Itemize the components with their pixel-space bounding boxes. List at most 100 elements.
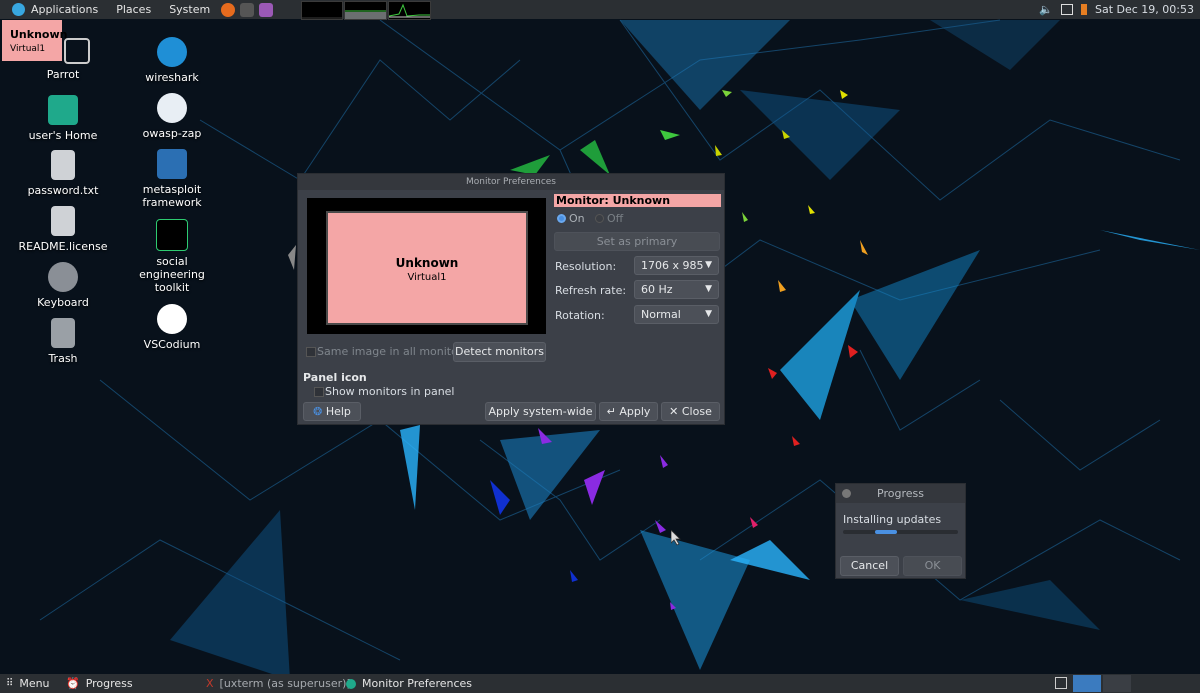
main-menu-button[interactable]: ⠿ Menu bbox=[6, 674, 50, 693]
close-button[interactable]: ✕ Close bbox=[661, 402, 720, 421]
close-label: Close bbox=[681, 405, 712, 418]
desktop-icon-keyboard[interactable]: Keyboard bbox=[8, 262, 118, 309]
progress-ok-button[interactable]: OK bbox=[903, 556, 962, 576]
desktop-icon-trash[interactable]: Trash bbox=[8, 318, 118, 365]
monitor-preview-screen[interactable]: Unknown Virtual1 bbox=[326, 211, 528, 325]
resolution-select[interactable]: 1706 x 985 ▼ bbox=[634, 256, 719, 275]
off-label: Off bbox=[607, 212, 624, 225]
progress-window: Progress Installing updates Cancel OK bbox=[835, 483, 966, 579]
clock[interactable]: Sat Dec 19, 00:53 bbox=[1095, 3, 1194, 16]
help-button[interactable]: ❂ Help bbox=[303, 402, 361, 421]
taskbar-label: [uxterm (as superuser)] bbox=[219, 677, 351, 690]
desktop-icon-readme[interactable]: README.license bbox=[8, 206, 118, 253]
desktop-icon-label: README.license bbox=[18, 240, 108, 253]
x-terminal-icon: X bbox=[206, 677, 214, 690]
applications-menu[interactable]: Applications bbox=[6, 0, 104, 19]
vscodium-icon bbox=[157, 304, 187, 334]
wireshark-icon bbox=[157, 37, 187, 67]
set-primary-button[interactable]: Set as primary bbox=[554, 232, 720, 251]
desktop-icon-password-txt[interactable]: password.txt bbox=[8, 150, 118, 197]
volume-icon[interactable]: 🔈 bbox=[1039, 3, 1053, 16]
taskbar-label: Progress bbox=[85, 677, 133, 690]
keyboard-icon bbox=[48, 262, 78, 292]
apply-icon: ↵ bbox=[606, 405, 616, 418]
progress-app-icon: ⏰ bbox=[66, 677, 80, 690]
text-file-icon bbox=[51, 206, 75, 236]
rotation-select[interactable]: Normal ▼ bbox=[634, 305, 719, 324]
display-icon[interactable] bbox=[1060, 4, 1073, 15]
help-icon: ❂ bbox=[313, 405, 323, 418]
desktop-icon-label: user's Home bbox=[28, 129, 98, 142]
close-icon: ✕ bbox=[669, 405, 679, 418]
on-label: On bbox=[569, 212, 585, 225]
off-radio[interactable] bbox=[595, 214, 604, 223]
owasp-zap-icon bbox=[157, 93, 187, 123]
bottom-panel: ⠿ Menu ⏰ Progress X [uxterm (as superuse… bbox=[0, 674, 1200, 693]
menu-label: Menu bbox=[19, 677, 50, 690]
taskbar-item-monitor-preferences[interactable]: Monitor Preferences bbox=[346, 674, 472, 693]
chevron-down-icon: ▼ bbox=[705, 309, 712, 319]
taskbar-label: Monitor Preferences bbox=[362, 677, 473, 690]
refresh-rate-select[interactable]: 60 Hz ▼ bbox=[634, 280, 719, 299]
desktop-icon-label: Trash bbox=[48, 352, 78, 365]
terminal-icon[interactable] bbox=[240, 2, 255, 17]
preview-monitor-name: Unknown bbox=[395, 256, 459, 270]
progress-bar-fill bbox=[875, 530, 897, 534]
applications-label: Applications bbox=[31, 3, 99, 16]
help-label: Help bbox=[325, 405, 351, 418]
same-image-label: Same image in all monitors bbox=[317, 345, 469, 358]
show-desktop-icon[interactable] bbox=[1055, 677, 1067, 689]
refresh-rate-value: 60 Hz bbox=[641, 283, 673, 296]
progress-cancel-button[interactable]: Cancel bbox=[840, 556, 899, 576]
show-monitors-checkbox[interactable] bbox=[314, 387, 324, 397]
firefox-icon[interactable] bbox=[221, 2, 236, 17]
set-icon bbox=[156, 219, 188, 251]
computer-icon bbox=[64, 38, 90, 64]
grid-menu-icon: ⠿ bbox=[6, 678, 14, 689]
top-panel: Applications Places System bbox=[0, 0, 1200, 19]
chevron-down-icon: ▼ bbox=[705, 284, 712, 294]
system-menu[interactable]: System bbox=[163, 0, 216, 19]
mouse-pointer-icon bbox=[671, 530, 681, 546]
taskbar-item-uxterm[interactable]: X [uxterm (as superuser)] bbox=[206, 674, 351, 693]
apply-button[interactable]: ↵ Apply bbox=[599, 402, 658, 421]
desktop-icon-parrot[interactable]: Parrot bbox=[8, 38, 118, 81]
desktop-icon-label: owasp-zap bbox=[142, 127, 202, 140]
desktop-icon-home[interactable]: user's Home bbox=[8, 95, 118, 142]
monitor-app-icon bbox=[346, 678, 356, 689]
workspace-switcher-1[interactable] bbox=[1073, 675, 1101, 692]
desktop-icon-label: password.txt bbox=[27, 184, 99, 197]
chevron-down-icon: ▼ bbox=[705, 260, 712, 270]
desktop-icon-label: VSCodium bbox=[143, 338, 201, 351]
progress-status: Installing updates bbox=[843, 513, 942, 526]
desktop-icon-set[interactable]: social engineering toolkit bbox=[117, 219, 227, 294]
places-menu[interactable]: Places bbox=[110, 0, 157, 19]
desktop-icon-owasp-zap[interactable]: owasp-zap bbox=[117, 93, 227, 140]
rotation-value: Normal bbox=[641, 308, 681, 321]
battery-icon[interactable] bbox=[1080, 4, 1087, 15]
window-close-dot-icon[interactable] bbox=[842, 489, 851, 498]
memory-graph bbox=[344, 1, 387, 20]
desktop-icon-label: metasploit framework bbox=[142, 183, 202, 209]
desktop-icon-vscodium[interactable]: VSCodium bbox=[117, 304, 227, 351]
text-file-icon bbox=[51, 150, 75, 180]
refresh-rate-label: Refresh rate: bbox=[555, 284, 627, 297]
dialog-title[interactable]: Monitor Preferences bbox=[298, 174, 724, 190]
metasploit-icon bbox=[157, 149, 187, 179]
workspace-switcher-2[interactable] bbox=[1103, 675, 1131, 692]
desktop-icon-label: Keyboard bbox=[37, 296, 89, 309]
same-image-checkbox[interactable] bbox=[306, 347, 316, 357]
apply-label: Apply bbox=[619, 405, 651, 418]
trash-icon bbox=[51, 318, 75, 348]
panel-icon-heading: Panel icon bbox=[303, 371, 367, 384]
taskbar-item-progress[interactable]: ⏰ Progress bbox=[66, 674, 133, 693]
desktop-icon-label: Parrot bbox=[46, 68, 80, 81]
apply-system-wide-button[interactable]: Apply system-wide bbox=[485, 402, 596, 421]
text-editor-icon[interactable] bbox=[259, 2, 274, 17]
progress-title-bar[interactable]: Progress bbox=[836, 484, 965, 503]
desktop-icon-wireshark[interactable]: wireshark bbox=[117, 37, 227, 84]
on-radio[interactable] bbox=[557, 214, 566, 223]
desktop-icon-metasploit[interactable]: metasploit framework bbox=[117, 149, 227, 209]
progress-title: Progress bbox=[877, 487, 924, 500]
detect-monitors-button[interactable]: Detect monitors bbox=[453, 342, 546, 362]
